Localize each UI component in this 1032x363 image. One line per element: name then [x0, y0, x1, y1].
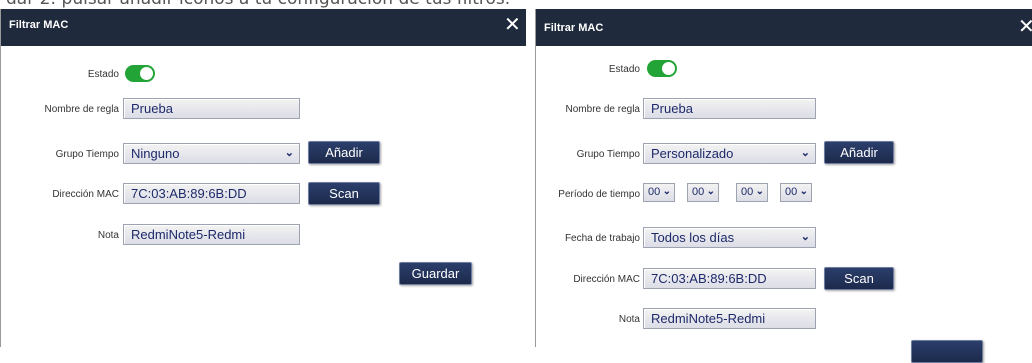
- rule-name-input[interactable]: Prueba: [643, 98, 816, 119]
- save-button[interactable]: [911, 340, 983, 363]
- note-label: Nota: [97, 230, 119, 241]
- work-date-select[interactable]: Todos los días ⌄: [643, 227, 816, 248]
- period-value: 00: [692, 186, 705, 198]
- estado-toggle[interactable]: [647, 60, 677, 77]
- dialog-titlebar: Filtrar MAC ✕: [536, 9, 1032, 46]
- mac-address-input[interactable]: 7C:03:AB:89:6B:DD: [123, 183, 300, 204]
- dialog-title: Filtrar MAC: [9, 19, 69, 31]
- dialog-titlebar: Filtrar MAC ✕: [1, 9, 526, 46]
- instruction-caption: dar 2: pulsar añadir iconos a tu configu…: [0, 0, 1032, 9]
- dialog-title: Filtrar MAC: [544, 22, 604, 34]
- time-group-select[interactable]: Personalizado ⌄: [643, 143, 816, 164]
- chevron-down-icon: ⌄: [800, 147, 810, 159]
- time-group-value: Personalizado: [651, 146, 734, 161]
- add-button[interactable]: Añadir: [308, 141, 380, 164]
- chevron-down-icon: ⌄: [799, 186, 808, 197]
- period-value: 00: [785, 186, 798, 198]
- time-period-label: Período de tiempo: [558, 189, 640, 200]
- note-input[interactable]: RedmiNote5-Redmi: [123, 224, 300, 245]
- rule-name-input[interactable]: Prueba: [123, 98, 300, 119]
- work-date-value: Todos los días: [651, 230, 735, 245]
- toggle-knob: [662, 62, 675, 75]
- period-value: 00: [741, 186, 754, 198]
- close-icon[interactable]: ✕: [1018, 16, 1032, 36]
- rule-name-label: Nombre de regla: [44, 104, 119, 115]
- add-button[interactable]: Añadir: [824, 141, 894, 164]
- left-mac-filter-dialog: Filtrar MAC ✕ Estado Nombre de regla Pru…: [0, 9, 526, 347]
- period-start-minute-select[interactable]: 00 ⌄: [687, 183, 719, 202]
- mac-address-input[interactable]: 7C:03:AB:89:6B:DD: [643, 268, 816, 289]
- period-value: 00: [648, 186, 661, 198]
- work-date-label: Fecha de trabajo: [564, 233, 640, 244]
- chevron-down-icon: ⌄: [755, 186, 764, 197]
- save-button[interactable]: Guardar: [399, 262, 472, 285]
- chevron-down-icon: ⌄: [284, 147, 294, 159]
- time-group-value: Ninguno: [131, 146, 180, 161]
- time-group-label: Grupo Tiempo: [576, 149, 640, 160]
- chevron-down-icon: ⌄: [706, 186, 715, 197]
- estado-toggle[interactable]: [125, 65, 155, 82]
- right-mac-filter-dialog: Filtrar MAC ✕ Estado Nombre de regla Pru…: [535, 9, 1032, 363]
- estado-label: Estado: [608, 64, 640, 75]
- toggle-knob: [140, 67, 153, 80]
- period-end-hour-select[interactable]: 00 ⌄: [736, 183, 768, 202]
- time-group-select[interactable]: Ninguno ⌄: [123, 143, 300, 164]
- note-label: Nota: [618, 314, 640, 325]
- mac-address-label: Dirección MAC: [573, 274, 640, 285]
- close-icon[interactable]: ✕: [504, 14, 521, 34]
- period-start-hour-select[interactable]: 00 ⌄: [643, 183, 675, 202]
- period-end-minute-select[interactable]: 00 ⌄: [780, 183, 812, 202]
- scan-button[interactable]: Scan: [824, 267, 894, 290]
- mac-address-label: Dirección MAC: [52, 189, 119, 200]
- chevron-down-icon: ⌄: [800, 231, 810, 243]
- note-input[interactable]: RedmiNote5-Redmi: [643, 308, 816, 329]
- rule-name-label: Nombre de regla: [565, 104, 640, 115]
- chevron-down-icon: ⌄: [662, 186, 671, 197]
- time-group-label: Grupo Tiempo: [55, 149, 119, 160]
- scan-button[interactable]: Scan: [308, 182, 380, 205]
- estado-label: Estado: [87, 69, 119, 80]
